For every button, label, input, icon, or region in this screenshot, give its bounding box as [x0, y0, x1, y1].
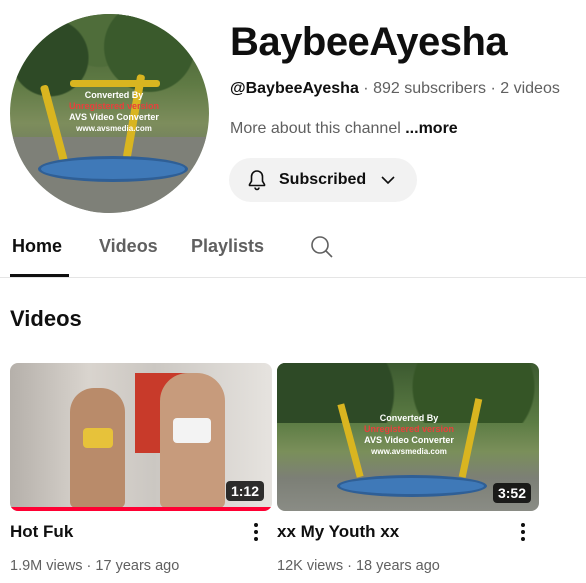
meta-separator: ·: [486, 80, 501, 97]
tab-search[interactable]: [309, 234, 335, 265]
figure-shape: [70, 388, 125, 508]
video-views: 12K views: [277, 558, 344, 574]
video-age: 18 years ago: [355, 558, 440, 574]
avatar-bar: [70, 80, 160, 87]
subscribed-label: Subscribed: [279, 171, 367, 188]
watermark-line: www.avsmedia.com: [76, 124, 152, 133]
active-tab-indicator: [10, 274, 69, 277]
channel-avatar[interactable]: Converted By Unregistered version AVS Vi…: [10, 14, 209, 213]
watermark-line: AVS Video Converter: [69, 112, 159, 122]
video-meta: 1.9M views · 17 years ago: [10, 558, 180, 574]
section-title: Videos: [10, 306, 82, 331]
more-actions-icon[interactable]: [250, 520, 262, 544]
merry-go-round-shape: [337, 475, 487, 497]
avatar-merry-go-round: [38, 156, 188, 182]
watch-progress-bar: [10, 507, 272, 511]
video-views: 1.9M views: [10, 558, 83, 574]
tab-playlists[interactable]: Playlists: [191, 236, 264, 257]
video-title[interactable]: Hot Fuk: [10, 522, 73, 542]
tab-videos[interactable]: Videos: [99, 236, 158, 257]
subscriber-count: 892 subscribers: [373, 80, 487, 97]
channel-handle: @BaybeeAyesha: [230, 80, 359, 97]
watermark-line: Unregistered version: [363, 424, 455, 434]
video-thumbnail[interactable]: 1:12: [10, 363, 272, 511]
clothing-shape: [83, 428, 113, 448]
about-text: More about this channel: [230, 120, 401, 137]
chevron-down-icon: [381, 176, 395, 185]
meta-separator: ·: [358, 80, 374, 97]
video-duration: 3:52: [492, 483, 531, 503]
channel-meta: @BaybeeAyesha · 892 subscribers · 2 vide…: [230, 80, 560, 98]
more-actions-icon[interactable]: [517, 520, 529, 544]
channel-name: BaybeeAyesha: [230, 20, 508, 64]
about-more-link[interactable]: ...more: [405, 120, 457, 137]
video-thumbnail[interactable]: Converted By Unregistered version AVS Vi…: [277, 363, 539, 511]
video-meta: 12K views · 18 years ago: [277, 558, 440, 574]
video-count: 2 videos: [500, 80, 560, 97]
watermark-line: AVS Video Converter: [364, 435, 454, 445]
video-age: 17 years ago: [95, 558, 180, 574]
watermark-line: www.avsmedia.com: [371, 447, 447, 456]
channel-tabs: Home Videos Playlists: [0, 228, 586, 278]
bell-icon: [248, 170, 266, 191]
subscribed-button[interactable]: Subscribed: [229, 158, 417, 202]
channel-about[interactable]: More about this channel ...more: [230, 120, 458, 138]
video-duration: 1:12: [225, 481, 264, 501]
video-title[interactable]: xx My Youth xx: [277, 522, 399, 542]
tab-home[interactable]: Home: [12, 236, 62, 257]
search-icon: [311, 236, 333, 258]
watermark-line: Converted By: [84, 90, 144, 100]
clothing-shape: [173, 418, 211, 443]
watermark-line: Unregistered version: [68, 101, 160, 111]
watermark-line: Converted By: [379, 413, 439, 423]
